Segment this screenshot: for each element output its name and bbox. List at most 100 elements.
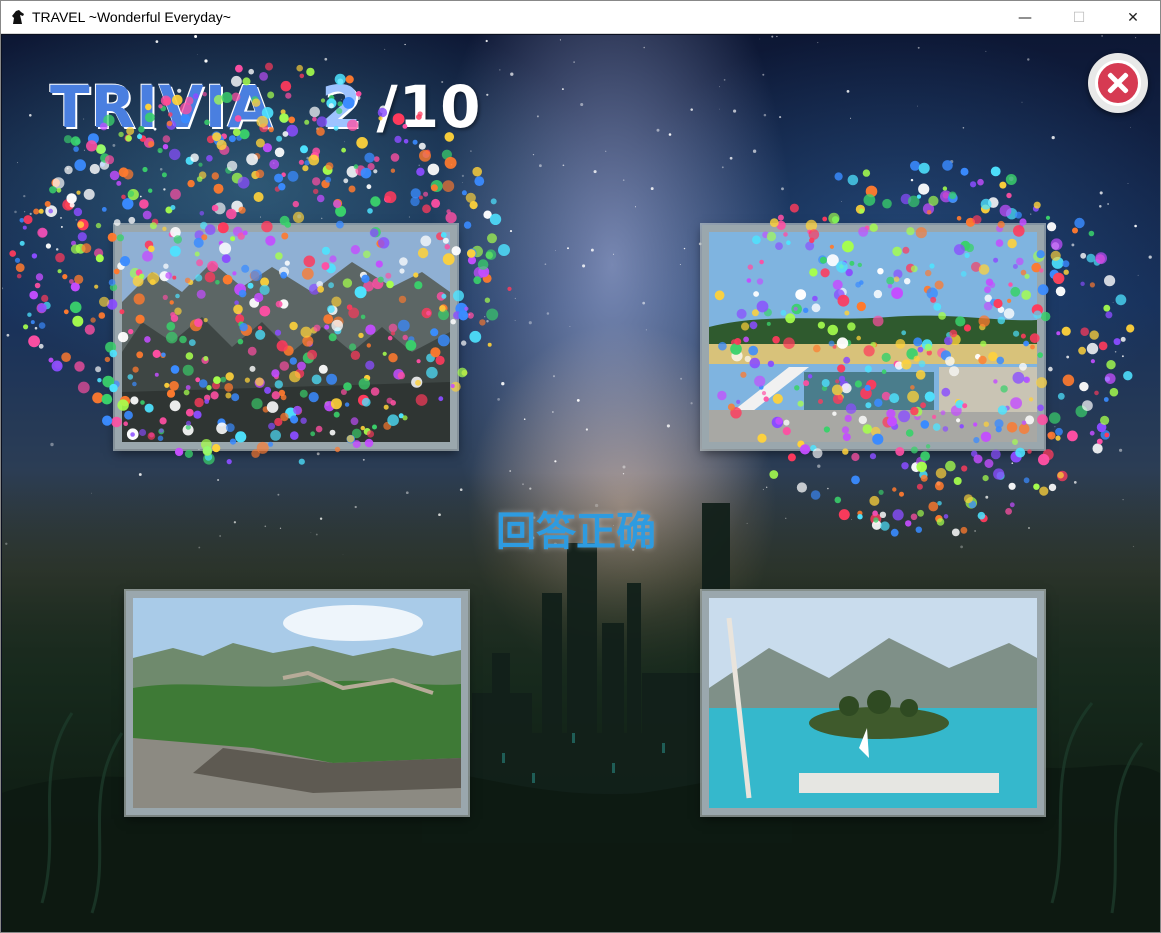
minimize-button[interactable]: — — [998, 1, 1052, 34]
star — [781, 187, 784, 191]
star — [733, 109, 737, 113]
star — [14, 210, 17, 214]
star — [817, 42, 819, 44]
star — [605, 150, 607, 152]
star — [528, 321, 532, 325]
star — [1107, 203, 1110, 205]
star — [1030, 213, 1032, 215]
star — [1130, 126, 1132, 128]
star — [668, 133, 672, 136]
star — [642, 301, 646, 305]
star — [846, 90, 850, 93]
star — [1066, 355, 1070, 359]
star — [196, 53, 198, 55]
star — [514, 320, 516, 322]
star — [6, 333, 10, 337]
star — [55, 248, 59, 251]
star — [1127, 183, 1129, 184]
star — [462, 182, 463, 183]
star — [916, 105, 919, 107]
star — [1011, 462, 1014, 465]
star — [324, 57, 328, 61]
star — [1021, 101, 1023, 103]
photo-option-top-left[interactable] — [115, 225, 457, 449]
star — [917, 46, 920, 49]
star — [316, 452, 320, 456]
star — [83, 149, 85, 151]
star — [34, 326, 38, 330]
star — [17, 162, 19, 164]
star — [573, 61, 575, 63]
star — [729, 156, 733, 160]
star — [567, 247, 569, 250]
star — [771, 35, 774, 38]
star — [554, 460, 557, 463]
star — [656, 128, 660, 132]
star — [719, 86, 720, 88]
score-current: 2 — [321, 73, 363, 141]
star — [1071, 243, 1075, 247]
star — [155, 40, 159, 43]
answer-status-message: 回答正确 — [496, 509, 656, 555]
star — [552, 411, 554, 413]
star — [404, 43, 406, 46]
star — [470, 150, 472, 152]
maximize-button[interactable]: ☐ — [1052, 1, 1106, 34]
star — [75, 219, 77, 221]
star — [1135, 37, 1137, 39]
star — [450, 164, 453, 166]
star — [510, 72, 514, 76]
star — [850, 117, 852, 119]
title-bar[interactable]: TRAVEL ~Wonderful Everyday~ — ☐ ✕ — [1, 1, 1160, 34]
star — [590, 248, 594, 252]
star — [461, 174, 465, 178]
star — [776, 35, 778, 38]
star — [158, 150, 161, 153]
star — [613, 253, 615, 255]
score-display: TRIVIA 2/10 — [50, 73, 481, 141]
star — [950, 159, 954, 164]
star — [762, 73, 765, 76]
star — [1051, 451, 1052, 452]
star — [1137, 274, 1139, 276]
photo-option-top-right[interactable] — [702, 225, 1044, 449]
star — [817, 464, 821, 468]
star — [690, 402, 693, 405]
window-title: TRAVEL ~Wonderful Everyday~ — [32, 9, 231, 25]
close-game-button[interactable] — [1088, 53, 1148, 113]
star — [532, 153, 535, 156]
star — [910, 178, 914, 182]
score-label: TRIVIA — [50, 73, 274, 141]
star — [559, 39, 561, 41]
star — [622, 179, 625, 181]
star — [509, 230, 513, 233]
star — [536, 115, 539, 118]
star — [841, 201, 842, 202]
star — [561, 88, 564, 91]
star — [585, 428, 589, 431]
star — [514, 297, 516, 299]
star — [1051, 135, 1055, 140]
photo-option-bottom-right[interactable] — [702, 591, 1044, 815]
star — [763, 113, 767, 117]
star — [1148, 255, 1152, 259]
star — [721, 166, 724, 169]
star — [320, 217, 323, 220]
star — [485, 39, 488, 43]
star — [690, 108, 693, 111]
star — [569, 326, 571, 328]
close-window-button[interactable]: ✕ — [1106, 1, 1160, 34]
great-wall-image — [133, 598, 461, 808]
star — [24, 211, 26, 213]
star — [555, 250, 556, 251]
star — [523, 418, 526, 420]
star — [723, 79, 726, 81]
star — [962, 127, 965, 129]
star — [204, 59, 208, 63]
star — [50, 442, 54, 447]
star — [29, 212, 32, 216]
app-window: TRAVEL ~Wonderful Everyday~ — ☐ ✕ TRIVIA… — [0, 0, 1161, 933]
star — [546, 312, 550, 315]
photo-option-bottom-left[interactable] — [126, 591, 468, 815]
star — [29, 114, 32, 117]
